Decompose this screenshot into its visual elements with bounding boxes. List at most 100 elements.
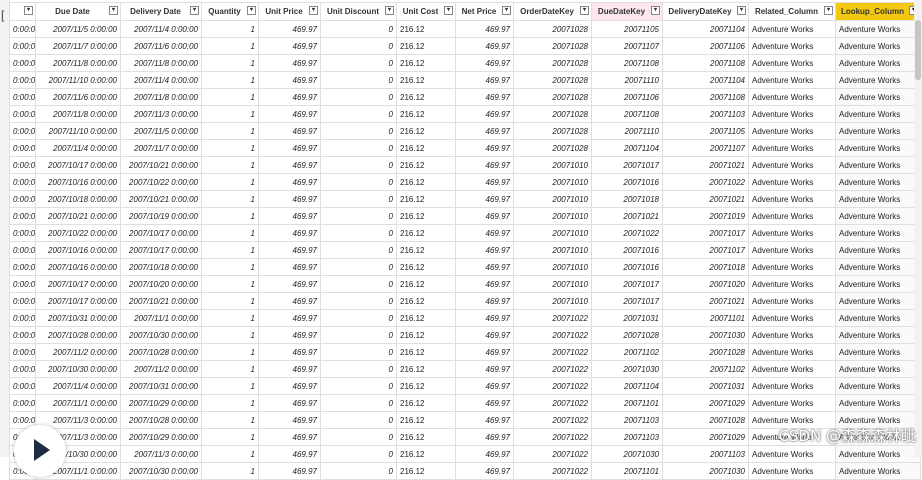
cell-lookup-column[interactable]: Adventure Works: [835, 71, 921, 89]
cell-related-column[interactable]: Adventure Works: [748, 462, 836, 480]
cell-date-clip[interactable]: 0:00:00: [9, 343, 36, 361]
cell-lookup-column[interactable]: Adventure Works: [835, 105, 921, 123]
table-row[interactable]: 0:00:002007/10/18 0:00:002007/10/21 0:00…: [9, 190, 921, 208]
cell-order-date-key[interactable]: 20071010: [513, 292, 592, 310]
cell-unit-discount[interactable]: 0: [320, 122, 397, 140]
cell-unit-discount[interactable]: 0: [320, 88, 397, 106]
cell-lookup-column[interactable]: Adventure Works: [835, 122, 921, 140]
cell-unit-discount[interactable]: 0: [320, 326, 397, 344]
cell-quantity[interactable]: 1: [201, 445, 259, 463]
cell-date-clip[interactable]: 0:00:00: [9, 326, 36, 344]
cell-delivery-date[interactable]: 2007/10/31 0:00:00: [120, 377, 202, 395]
cell-unit-cost[interactable]: 216.12: [396, 343, 456, 361]
cell-unit-cost[interactable]: 216.12: [396, 360, 456, 378]
cell-unit-discount[interactable]: 0: [320, 224, 397, 242]
cell-due-date-key[interactable]: 20071101: [591, 462, 663, 480]
cell-delivery-date-key[interactable]: 20071031: [662, 377, 749, 395]
filter-dropdown-icon[interactable]: ▾: [444, 6, 453, 15]
cell-order-date-key[interactable]: 20071022: [513, 377, 592, 395]
cell-delivery-date-key[interactable]: 20071104: [662, 20, 749, 38]
cell-related-column[interactable]: Adventure Works: [748, 139, 836, 157]
cell-unit-cost[interactable]: 216.12: [396, 173, 456, 191]
cell-quantity[interactable]: 1: [201, 275, 259, 293]
cell-due-date-key[interactable]: 20071018: [591, 190, 663, 208]
table-row[interactable]: 0:00:002007/10/17 0:00:002007/10/20 0:00…: [9, 275, 921, 293]
cell-lookup-column[interactable]: Adventure Works: [835, 445, 921, 463]
cell-unit-discount[interactable]: 0: [320, 377, 397, 395]
cell-quantity[interactable]: 1: [201, 241, 259, 259]
cell-due-date[interactable]: 2007/11/2 0:00:00: [35, 343, 121, 361]
cell-order-date-key[interactable]: 20071010: [513, 156, 592, 174]
cell-due-date-key[interactable]: 20071106: [591, 88, 663, 106]
cell-related-column[interactable]: Adventure Works: [748, 241, 836, 259]
cell-lookup-column[interactable]: Adventure Works: [835, 20, 921, 38]
cell-unit-price[interactable]: 469.97: [258, 71, 321, 89]
cell-net-price[interactable]: 469.97: [455, 20, 514, 38]
column-header-order-date-key[interactable]: OrderDateKey ▾: [513, 2, 592, 21]
table-row[interactable]: 0:00:002007/11/6 0:00:002007/11/8 0:00:0…: [9, 88, 921, 106]
table-row[interactable]: 0:00:002007/11/8 0:00:002007/11/3 0:00:0…: [9, 105, 921, 123]
cell-unit-price[interactable]: 469.97: [258, 88, 321, 106]
cell-delivery-date-key[interactable]: 20071030: [662, 462, 749, 480]
cell-order-date-key[interactable]: 20071028: [513, 71, 592, 89]
cell-unit-discount[interactable]: 0: [320, 173, 397, 191]
cell-due-date-key[interactable]: 20071104: [591, 139, 663, 157]
cell-order-date-key[interactable]: 20071028: [513, 54, 592, 72]
cell-related-column[interactable]: Adventure Works: [748, 445, 836, 463]
cell-unit-cost[interactable]: 216.12: [396, 37, 456, 55]
cell-order-date-key[interactable]: 20071010: [513, 224, 592, 242]
cell-date-clip[interactable]: 0:00:00: [9, 309, 36, 327]
cell-related-column[interactable]: Adventure Works: [748, 377, 836, 395]
cell-delivery-date-key[interactable]: 20071021: [662, 190, 749, 208]
cell-delivery-date[interactable]: 2007/10/28 0:00:00: [120, 343, 202, 361]
cell-lookup-column[interactable]: Adventure Works: [835, 258, 921, 276]
cell-unit-cost[interactable]: 216.12: [396, 428, 456, 446]
cell-net-price[interactable]: 469.97: [455, 54, 514, 72]
cell-quantity[interactable]: 1: [201, 394, 259, 412]
cell-net-price[interactable]: 469.97: [455, 122, 514, 140]
cell-order-date-key[interactable]: 20071010: [513, 190, 592, 208]
cell-unit-price[interactable]: 469.97: [258, 411, 321, 429]
cell-delivery-date[interactable]: 2007/10/17 0:00:00: [120, 241, 202, 259]
cell-related-column[interactable]: Adventure Works: [748, 326, 836, 344]
cell-lookup-column[interactable]: Adventure Works: [835, 275, 921, 293]
cell-unit-cost[interactable]: 216.12: [396, 326, 456, 344]
cell-related-column[interactable]: Adventure Works: [748, 292, 836, 310]
cell-delivery-date[interactable]: 2007/10/21 0:00:00: [120, 292, 202, 310]
cell-date-clip[interactable]: 0:00:00: [9, 275, 36, 293]
cell-delivery-date-key[interactable]: 20071017: [662, 224, 749, 242]
cell-order-date-key[interactable]: 20071028: [513, 37, 592, 55]
cell-net-price[interactable]: 469.97: [455, 139, 514, 157]
cell-lookup-column[interactable]: Adventure Works: [835, 394, 921, 412]
cell-delivery-date-key[interactable]: 20071107: [662, 139, 749, 157]
cell-unit-discount[interactable]: 0: [320, 411, 397, 429]
cell-unit-cost[interactable]: 216.12: [396, 377, 456, 395]
cell-lookup-column[interactable]: Adventure Works: [835, 207, 921, 225]
filter-dropdown-icon[interactable]: ▾: [190, 6, 199, 15]
cell-unit-price[interactable]: 469.97: [258, 309, 321, 327]
cell-net-price[interactable]: 469.97: [455, 105, 514, 123]
cell-order-date-key[interactable]: 20071022: [513, 445, 592, 463]
cell-due-date[interactable]: 2007/10/21 0:00:00: [35, 207, 121, 225]
table-row[interactable]: 0:00:002007/11/5 0:00:002007/11/4 0:00:0…: [9, 20, 921, 38]
cell-quantity[interactable]: 1: [201, 462, 259, 480]
cell-unit-price[interactable]: 469.97: [258, 343, 321, 361]
table-row[interactable]: 0:00:002007/10/30 0:00:002007/11/3 0:00:…: [9, 445, 921, 463]
cell-quantity[interactable]: 1: [201, 292, 259, 310]
cell-related-column[interactable]: Adventure Works: [748, 207, 836, 225]
cell-related-column[interactable]: Adventure Works: [748, 275, 836, 293]
cell-related-column[interactable]: Adventure Works: [748, 360, 836, 378]
table-row[interactable]: 0:00:002007/11/7 0:00:002007/11/6 0:00:0…: [9, 37, 921, 55]
column-header-unit-price[interactable]: Unit Price ▾: [258, 2, 321, 21]
cell-lookup-column[interactable]: Adventure Works: [835, 190, 921, 208]
cell-quantity[interactable]: 1: [201, 309, 259, 327]
cell-lookup-column[interactable]: Adventure Works: [835, 241, 921, 259]
column-header-due-date-key[interactable]: DueDateKey ▾: [591, 2, 663, 21]
filter-dropdown-icon[interactable]: ▾: [651, 6, 660, 15]
cell-related-column[interactable]: Adventure Works: [748, 122, 836, 140]
cell-net-price[interactable]: 469.97: [455, 258, 514, 276]
cell-due-date-key[interactable]: 20071030: [591, 360, 663, 378]
cell-order-date-key[interactable]: 20071022: [513, 411, 592, 429]
cell-delivery-date[interactable]: 2007/11/1 0:00:00: [120, 309, 202, 327]
column-header-unit-cost[interactable]: Unit Cost ▾: [396, 2, 456, 21]
